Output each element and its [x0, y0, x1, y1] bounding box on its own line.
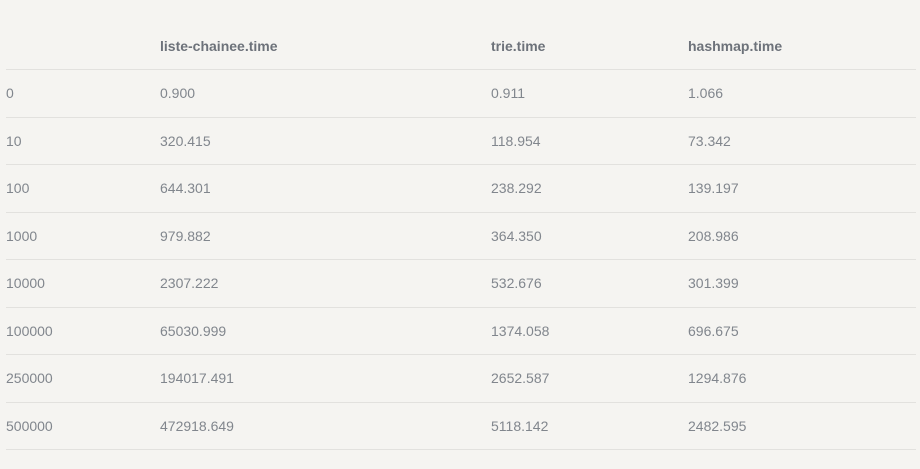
- trie-time-cell: 532.676: [491, 259, 688, 308]
- column-header-hashmap-time: hashmap.time: [688, 22, 916, 70]
- trie-time-cell: 238.292: [491, 164, 688, 213]
- liste-chainee-time-cell: 2307.222: [160, 259, 491, 308]
- liste-chainee-time-cell: 194017.491: [160, 354, 491, 403]
- table-row: 250000 194017.491 2652.587 1294.876: [6, 354, 916, 403]
- table-row: 0 0.900 0.911 1.066: [6, 69, 916, 118]
- table-row: 10000 2307.222 532.676 301.399: [6, 259, 916, 308]
- row-index-cell: 250000: [6, 354, 160, 403]
- trie-time-cell: 118.954: [491, 117, 688, 165]
- liste-chainee-time-cell: 65030.999: [160, 307, 491, 355]
- liste-chainee-time-cell: 0.900: [160, 69, 491, 118]
- column-header-index: [6, 22, 160, 70]
- row-index-cell: 1000: [6, 212, 160, 260]
- table-header-row: liste-chainee.time trie.time hashmap.tim…: [6, 22, 916, 70]
- row-index-cell: 0: [6, 69, 160, 118]
- liste-chainee-time-cell: 320.415: [160, 117, 491, 165]
- hashmap-time-cell: 208.986: [688, 212, 916, 260]
- row-index-cell: 100: [6, 164, 160, 213]
- trie-time-cell: 1374.058: [491, 307, 688, 355]
- row-index-cell: 100000: [6, 307, 160, 355]
- column-header-liste-chainee-time: liste-chainee.time: [160, 22, 491, 70]
- trie-time-cell: 5118.142: [491, 402, 688, 450]
- timing-table-container: liste-chainee.time trie.time hashmap.tim…: [6, 22, 916, 450]
- hashmap-time-cell: 301.399: [688, 259, 916, 308]
- column-header-trie-time: trie.time: [491, 22, 688, 70]
- liste-chainee-time-cell: 979.882: [160, 212, 491, 260]
- hashmap-time-cell: 139.197: [688, 164, 916, 213]
- hashmap-time-cell: 73.342: [688, 117, 916, 165]
- trie-time-cell: 364.350: [491, 212, 688, 260]
- liste-chainee-time-cell: 472918.649: [160, 402, 491, 450]
- row-index-cell: 500000: [6, 402, 160, 450]
- timing-table: liste-chainee.time trie.time hashmap.tim…: [6, 22, 916, 450]
- trie-time-cell: 0.911: [491, 69, 688, 118]
- row-index-cell: 10000: [6, 259, 160, 308]
- table-row: 100 644.301 238.292 139.197: [6, 164, 916, 213]
- hashmap-time-cell: 696.675: [688, 307, 916, 355]
- hashmap-time-cell: 2482.595: [688, 402, 916, 450]
- table-row: 100000 65030.999 1374.058 696.675: [6, 307, 916, 355]
- hashmap-time-cell: 1294.876: [688, 354, 916, 403]
- table-row: 10 320.415 118.954 73.342: [6, 117, 916, 165]
- trie-time-cell: 2652.587: [491, 354, 688, 403]
- liste-chainee-time-cell: 644.301: [160, 164, 491, 213]
- table-row: 1000 979.882 364.350 208.986: [6, 212, 916, 260]
- table-row: 500000 472918.649 5118.142 2482.595: [6, 402, 916, 450]
- hashmap-time-cell: 1.066: [688, 69, 916, 118]
- row-index-cell: 10: [6, 117, 160, 165]
